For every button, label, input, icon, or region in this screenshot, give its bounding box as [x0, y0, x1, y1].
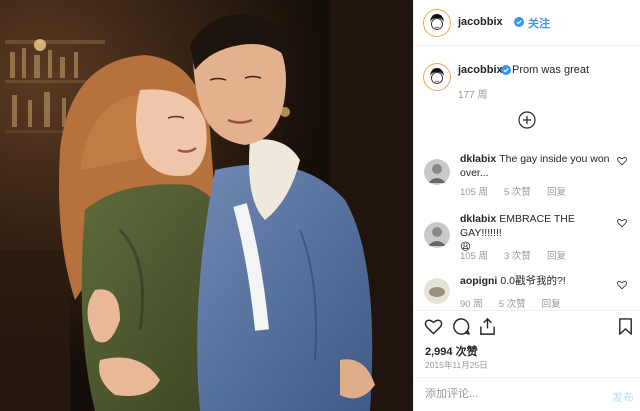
comment-body: dklabix The gay inside you won over...	[460, 152, 610, 180]
heart-icon[interactable]	[617, 156, 627, 166]
caption-text: Prom was great	[512, 64, 590, 76]
post-header: jacobbix 关注	[414, 0, 640, 46]
comment-text: 0.0戳爷我的?!	[500, 275, 566, 287]
commenter-avatar[interactable]	[424, 159, 450, 185]
comment-likes[interactable]: 5 次赞	[504, 187, 531, 198]
comment-username[interactable]: dklabix	[460, 153, 496, 165]
follow-button[interactable]: 关注	[528, 15, 550, 31]
commenter-avatar[interactable]	[424, 278, 450, 304]
post-comment-button[interactable]: 发布	[612, 389, 634, 405]
post-side-panel: jacobbix 关注 jacobbix Prom was great 177 …	[413, 0, 640, 411]
comment-bubble-icon[interactable]	[452, 317, 471, 336]
like-count[interactable]: 2,994 次赞	[425, 343, 478, 359]
comment-meta: 105 周 5 次赞 回复	[460, 184, 582, 198]
post-date: 2015年11月25日	[425, 360, 488, 370]
comment-input[interactable]	[425, 388, 595, 400]
caption-author-avatar[interactable]	[423, 63, 451, 91]
commenter-avatar[interactable]	[424, 222, 450, 248]
heart-icon[interactable]	[424, 317, 443, 336]
verified-badge-icon	[501, 65, 511, 75]
caption-username[interactable]: jacobbix	[458, 64, 503, 76]
add-comment-bar: 发布	[414, 377, 640, 411]
comment-meta: 105 周 3 次赞 回复	[460, 248, 582, 262]
comment-time: 90 周	[460, 299, 483, 310]
comment-likes[interactable]: 5 次赞	[499, 299, 526, 310]
verified-badge-icon	[514, 17, 524, 27]
author-username[interactable]: jacobbix	[458, 16, 503, 28]
comment-time: 105 周	[460, 187, 488, 198]
reply-button[interactable]: 回复	[547, 187, 566, 198]
comment-item: dklabix EMBRACE THE GAY!!!!!!! 😩 105 周3 次赞…	[414, 210, 640, 264]
post-photo[interactable]	[0, 0, 413, 411]
comment-item: dklabix The gay inside you won over... 10…	[414, 150, 640, 200]
comment-body: aopigni 0.0戳爷我的?!	[460, 274, 610, 288]
reply-button[interactable]: 回复	[547, 251, 566, 262]
bookmark-icon[interactable]	[616, 317, 635, 336]
comment-username[interactable]: dklabix	[460, 213, 496, 225]
caption-timestamp: 177 周	[458, 90, 488, 101]
author-avatar[interactable]	[423, 9, 451, 37]
plus-circle-icon[interactable]	[518, 111, 536, 129]
comment-likes[interactable]: 3 次赞	[504, 251, 531, 262]
comment-time: 105 周	[460, 251, 488, 262]
comment-meta: 90 周 5 次赞 回复	[460, 296, 577, 310]
heart-icon[interactable]	[617, 280, 627, 290]
post-actions: 2,994 次赞 2015年11月25日 发布	[414, 310, 640, 410]
comment-item: aopigni 0.0戳爷我的?! 90 周 5 次赞 回复	[414, 272, 640, 310]
reply-button[interactable]: 回复	[542, 299, 561, 310]
heart-icon[interactable]	[617, 218, 627, 228]
comment-username[interactable]: aopigni	[460, 275, 497, 287]
share-upload-icon[interactable]	[478, 317, 497, 336]
